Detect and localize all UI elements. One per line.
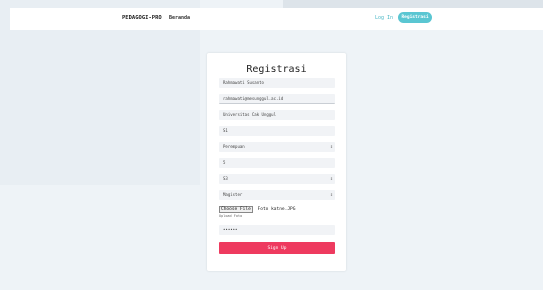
updown-arrows-icon: ⇕ — [329, 192, 333, 198]
file-name: Foto katne.JPG — [257, 207, 296, 212]
registration-card: Registrasi Rahmawati Susanto rahmawati@m… — [207, 53, 346, 271]
nav-login-link[interactable]: Log In — [375, 15, 393, 21]
nav-home-link[interactable]: Beranda — [169, 15, 190, 21]
education-field[interactable]: S1 — [219, 126, 335, 136]
name-field[interactable]: Rahmawati Susanto — [219, 78, 335, 88]
role-select[interactable]: Magister ⇕ — [219, 190, 335, 200]
file-help-text: Upload Foto — [219, 214, 243, 218]
sign-up-button[interactable]: Sign Up — [219, 242, 335, 254]
photo-upload: Choose File Foto katne.JPG — [219, 206, 295, 213]
updown-arrows-icon: ⇕ — [329, 144, 333, 150]
university-field[interactable]: Universitas Cak Unggul — [219, 110, 335, 120]
experience-field[interactable]: 5 — [219, 158, 335, 168]
degree-select[interactable]: S3 ⇕ — [219, 174, 335, 184]
degree-select-value: S3 — [223, 176, 228, 181]
gender-select-value: Perempuan — [223, 144, 245, 149]
email-field[interactable]: rahmawati@mesunggul.ac.id — [219, 94, 335, 104]
updown-arrows-icon: ⇕ — [329, 176, 333, 182]
top-navbar: PEDAGOGI-PRO Beranda Log In Registrasi — [10, 8, 543, 30]
password-field[interactable]: •••••• — [219, 225, 335, 235]
role-select-value: Magister — [223, 192, 243, 197]
gender-select[interactable]: Perempuan ⇕ — [219, 142, 335, 152]
nav-register-button[interactable]: Registrasi — [398, 12, 432, 23]
brand-logo[interactable]: PEDAGOGI-PRO — [122, 15, 162, 21]
form-title: Registrasi — [246, 64, 307, 75]
choose-file-button[interactable]: Choose File — [219, 206, 253, 213]
